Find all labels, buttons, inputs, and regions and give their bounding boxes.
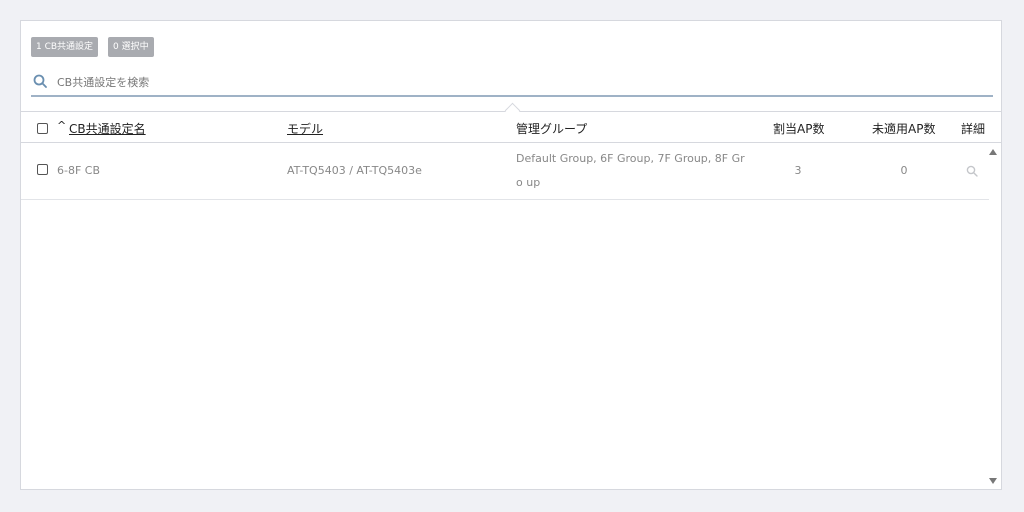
search-icon xyxy=(33,74,47,88)
table-row[interactable]: 6-8F CB AT-TQ5403 / AT-TQ5403e Default G… xyxy=(21,143,989,200)
row-group: Default Group, 6F Group, 7F Group, 8F Gr… xyxy=(516,152,745,189)
row-checkbox[interactable] xyxy=(37,164,48,175)
row-assigned-ap: 3 xyxy=(794,164,802,177)
column-header-unapplied-ap: 未適用AP数 xyxy=(872,122,936,136)
column-header-detail: 詳細 xyxy=(961,122,986,136)
search-icon[interactable] xyxy=(966,165,978,177)
selected-badge: 0 選択中 xyxy=(108,37,154,57)
column-header-group: 管理グループ xyxy=(516,122,588,136)
row-unapplied-ap: 0 xyxy=(900,164,908,177)
select-all-checkbox[interactable] xyxy=(37,123,48,134)
count-badge: 1 CB共通設定 xyxy=(31,37,99,57)
search-bar xyxy=(31,67,993,97)
column-header-assigned-ap: 割当AP数 xyxy=(773,122,825,136)
scroll-up-arrow-icon[interactable] xyxy=(989,149,997,155)
row-name: 6-8F CB xyxy=(57,164,101,177)
column-header-name[interactable]: CB共通設定名 xyxy=(69,120,146,137)
cb-settings-panel: 1 CB共通設定 0 選択中 ^ CB共通設定名 モデル 管理グループ 割当AP… xyxy=(20,20,1002,490)
summary-badges: 1 CB共通設定 0 選択中 xyxy=(31,37,154,57)
header-caret xyxy=(504,102,521,119)
sort-ascending-icon[interactable]: ^ xyxy=(57,119,66,132)
row-model: AT-TQ5403 / AT-TQ5403e xyxy=(287,164,422,177)
scroll-down-arrow-icon[interactable] xyxy=(989,478,997,484)
table-header: ^ CB共通設定名 モデル 管理グループ 割当AP数 未適用AP数 詳細 xyxy=(21,102,1001,143)
search-input[interactable] xyxy=(55,71,959,93)
column-header-model[interactable]: モデル xyxy=(287,120,323,137)
